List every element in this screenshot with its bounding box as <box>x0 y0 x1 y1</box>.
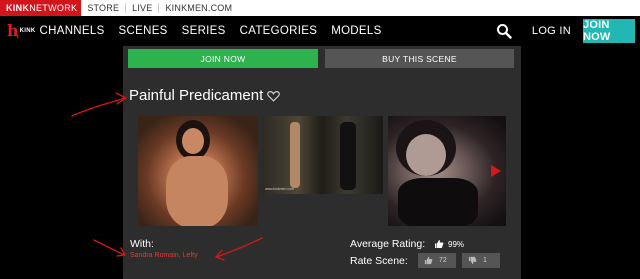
heart-icon[interactable] <box>267 90 281 102</box>
nav-models[interactable]: MODELS <box>331 25 381 37</box>
average-rating: 99% <box>434 239 464 249</box>
thumbnail-1-body <box>166 156 228 226</box>
kink-logo-word: KINK <box>19 28 36 34</box>
performers-links[interactable]: Sandra Romain, Lefty <box>130 252 198 259</box>
thumbs-down-count: 1 <box>483 257 487 264</box>
thumbs-down-button[interactable]: 1 <box>462 253 500 268</box>
annotation-arrow-with <box>93 239 126 257</box>
kink-logo[interactable]: ⱨ KINK <box>7 23 36 39</box>
thumbs-down-icon <box>468 256 477 265</box>
rate-scene-label: Rate Scene: <box>350 255 408 267</box>
kink-network-logo[interactable]: KINK NETWORK <box>0 0 82 16</box>
main-nav: ⱨ KINK CHANNELS SCENES SERIES CATEGORIES… <box>0 16 640 46</box>
thumbnail-2-figure-right <box>340 122 356 190</box>
scene-title: Painful Predicament <box>129 87 281 104</box>
network-link-kinkmen[interactable]: KINKMEN.COM <box>158 3 238 13</box>
search-icon[interactable] <box>496 23 512 39</box>
thumbnail-3-body <box>398 178 478 226</box>
average-rating-label: Average Rating: <box>350 238 426 250</box>
thumbs-up-count: 72 <box>439 257 447 264</box>
thumbnail-watermark: www.kinkmen.com <box>265 187 294 191</box>
nav-right: LOG IN JOIN NOW <box>496 16 640 46</box>
with-label: With: <box>130 238 154 250</box>
nav-scenes[interactable]: SCENES <box>119 25 168 37</box>
scene-title-text: Painful Predicament <box>129 87 264 104</box>
network-logo-bold: KINK <box>6 3 30 13</box>
login-link[interactable]: LOG IN <box>532 25 571 37</box>
network-link-live[interactable]: LIVE <box>125 3 158 13</box>
network-bar: KINK NETWORK STORE LIVE KINKMEN.COM <box>0 0 640 16</box>
thumbnail-1-face <box>182 128 204 154</box>
join-now-cta-button[interactable]: JOIN NOW <box>128 49 318 68</box>
scene-thumbnail-3[interactable] <box>388 116 506 226</box>
thumbs-up-button[interactable]: 72 <box>418 253 456 268</box>
annotation-arrow-title <box>71 92 127 117</box>
thumbs-up-icon <box>424 256 433 265</box>
thumbs-up-icon <box>435 240 444 248</box>
buy-scene-button[interactable]: BUY THIS SCENE <box>325 49 514 68</box>
join-now-button[interactable]: JOIN NOW <box>583 19 635 43</box>
nav-series[interactable]: SERIES <box>182 25 226 37</box>
nav-channels[interactable]: CHANNELS <box>40 25 105 37</box>
scene-thumbnail-1[interactable] <box>138 116 258 226</box>
average-rating-value: 99% <box>448 239 465 249</box>
thumbnail-2-figure-left <box>290 122 300 188</box>
kink-logo-mark: ⱨ <box>7 21 19 40</box>
scene-thumbnail-2[interactable]: www.kinkmen.com <box>262 116 383 194</box>
play-arrow-icon[interactable] <box>491 165 501 177</box>
thumbnail-3-face <box>406 134 446 176</box>
network-link-store[interactable]: STORE <box>81 3 125 13</box>
network-logo-rest: NETWORK <box>29 3 78 13</box>
nav-categories[interactable]: CATEGORIES <box>240 25 318 37</box>
